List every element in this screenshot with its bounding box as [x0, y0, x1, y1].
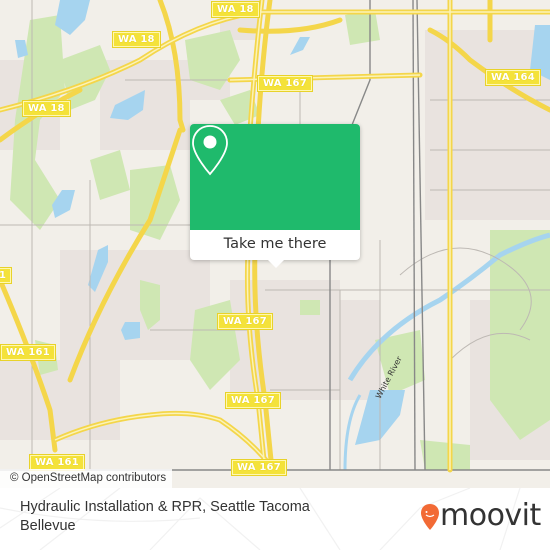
map-attribution[interactable]: © OpenStreetMap contributors — [0, 469, 173, 488]
road-shield-wa167: WA 167 — [217, 313, 273, 330]
road-shield-wa164: WA 164 — [485, 69, 541, 86]
take-me-there-button[interactable]: Take me there — [190, 230, 360, 260]
road-shield-wa18: WA 18 — [22, 100, 71, 117]
location-popup: Take me there — [190, 124, 360, 268]
map-view[interactable]: WA 18 WA 18 WA 18 WA 167 WA 164 WA 167 W… — [0, 0, 550, 488]
place-name: Hydraulic Installation & RPR, Seattle Ta… — [20, 499, 310, 534]
moovit-wordmark: moovit — [440, 498, 541, 533]
road-shield-wa167: WA 167 — [257, 75, 313, 92]
road-shield-wa167: WA 167 — [225, 392, 281, 409]
road-shield-wa18: WA 18 — [112, 31, 161, 48]
road-shield-wa161: WA 161 — [0, 344, 56, 361]
popup-pointer — [268, 260, 284, 268]
road-shield-wa18: WA 18 — [211, 1, 260, 18]
road-shield-wa167: WA 167 — [231, 459, 287, 476]
moovit-pin-icon — [421, 504, 439, 530]
popup-header — [190, 124, 360, 230]
location-pin-icon — [192, 125, 228, 176]
road-shield-wa161: WA 161 — [29, 454, 85, 471]
moovit-logo[interactable]: moovit — [420, 498, 541, 540]
road-shield-partial: 1 — [0, 267, 13, 284]
footer-bar: Hydraulic Installation & RPR, Seattle Ta… — [0, 488, 550, 550]
